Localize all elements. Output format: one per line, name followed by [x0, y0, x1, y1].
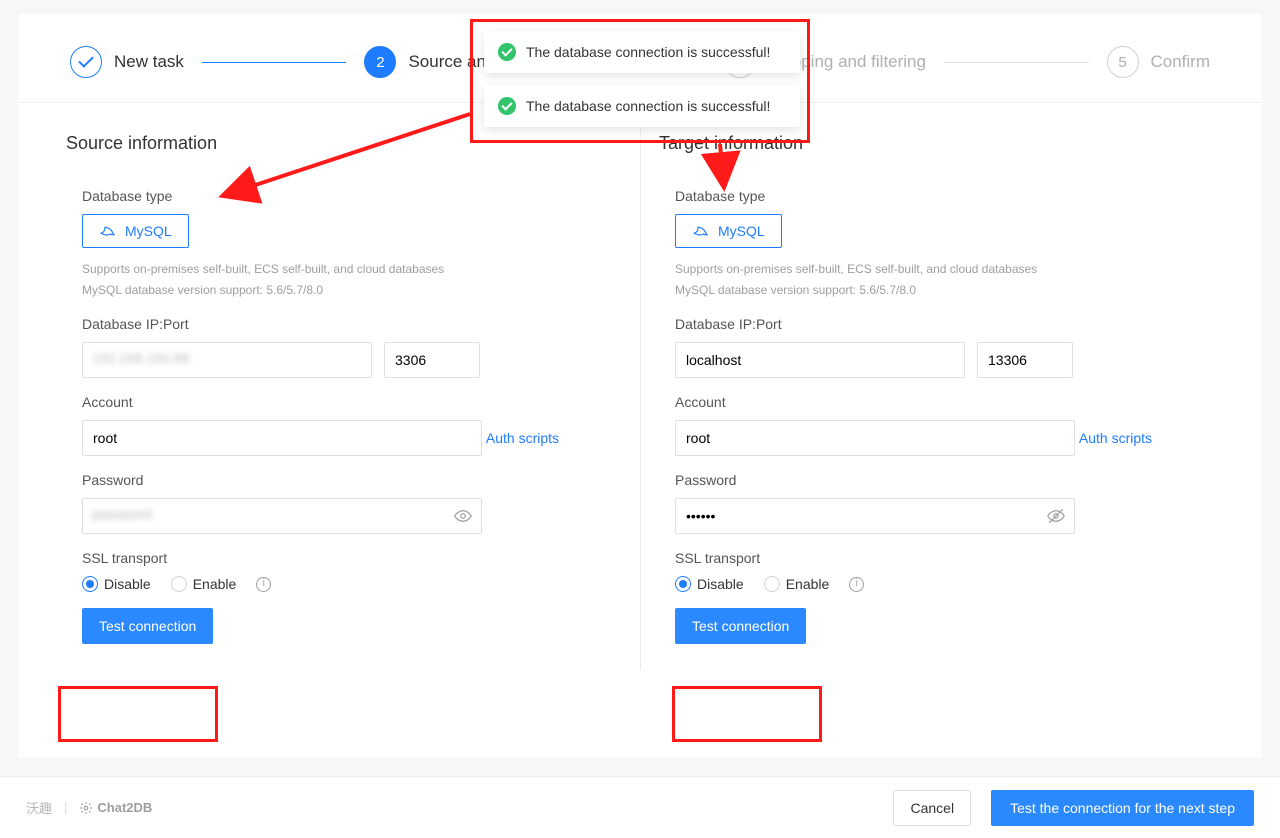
brand-woqu: 沃趣: [26, 798, 52, 817]
annotation-arrows: [0, 14, 1280, 838]
test-next-step-button[interactable]: Test the connection for the next step: [991, 790, 1254, 826]
gear-icon: [79, 801, 93, 815]
brand-chat2db: Chat2DB: [79, 800, 152, 815]
brand-row: 沃趣 | Chat2DB: [26, 798, 152, 817]
cancel-button[interactable]: Cancel: [893, 790, 971, 826]
bottom-bar: 沃趣 | Chat2DB Cancel Test the connection …: [0, 776, 1280, 838]
footer-actions: Cancel Test the connection for the next …: [893, 790, 1254, 826]
